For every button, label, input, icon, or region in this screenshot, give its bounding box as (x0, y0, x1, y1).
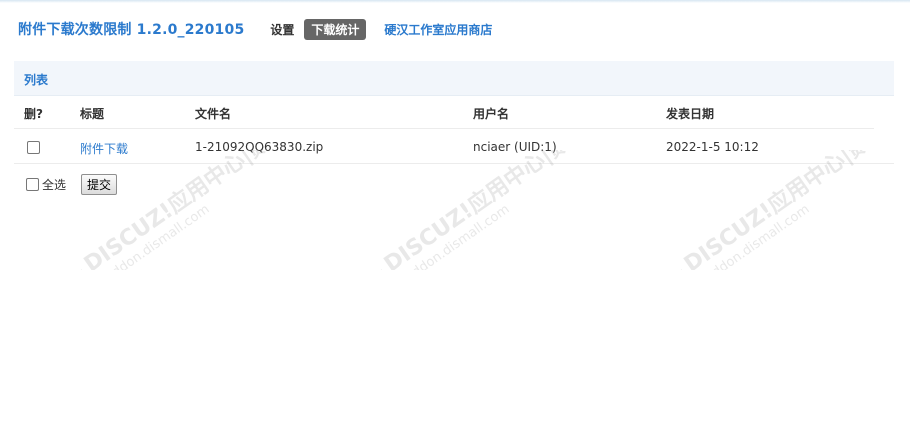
row-title-link[interactable]: 附件下载 (80, 140, 128, 157)
table-header: 删? 标题 文件名 用户名 发表日期 (14, 96, 874, 129)
row-username: nciaer (UID:1) (473, 140, 557, 154)
list-section-title: 列表 (24, 73, 49, 87)
row-date: 2022-1-5 10:12 (666, 140, 759, 154)
select-all-label[interactable]: 全选 (42, 176, 66, 193)
nav-app-store-link[interactable]: 硬汉工作室应用商店 (384, 21, 492, 38)
plugin-title: 附件下载次数限制 1.2.0_220105 (18, 22, 245, 38)
page: 附件下载次数限制 1.2.0_220105 设置 下载统计 硬汉工作室应用商店 … (0, 0, 910, 433)
submit-button[interactable]: 提交 (81, 173, 118, 195)
select-all-checkbox[interactable] (26, 177, 39, 191)
top-border (0, 0, 910, 3)
watermark-logo: DISCUZ!应用中心|贰道 addon.dismall.com (355, 150, 593, 270)
watermark-logo: DISCUZ!应用中心|贰道 addon.dismall.com (655, 150, 893, 270)
header: 附件下载次数限制 1.2.0_220105 设置 下载统计 硬汉工作室应用商店 (18, 18, 492, 40)
column-header-username: 用户名 (473, 107, 510, 121)
watermark-logo: DISCUZ!应用中心|贰道 addon.dismall.com (55, 150, 293, 270)
watermark-text: DISCUZ!应用中心|贰道 (79, 150, 292, 270)
column-header-date: 发表日期 (666, 107, 715, 121)
watermark-url: addon.dismall.com (403, 202, 513, 270)
table-row: 附件下载 1-21092QQ63830.zip nciaer (UID:1) 2… (14, 129, 894, 164)
nav-download-stats-tab[interactable]: 下载统计 (304, 18, 367, 40)
column-header-delete: 删? (24, 107, 43, 121)
nav-settings-link[interactable]: 设置 (270, 21, 294, 38)
watermark-text: DISCUZ!应用中心|贰道 (379, 150, 592, 270)
row-filename: 1-21092QQ63830.zip (195, 140, 324, 154)
list-section-bar: 列表 (14, 61, 894, 96)
watermark-url: addon.dismall.com (103, 202, 213, 270)
column-header-title: 标题 (80, 107, 105, 121)
watermark-url: addon.dismall.com (703, 202, 813, 270)
table-footer: 全选 提交 (26, 173, 118, 195)
row-delete-checkbox[interactable] (27, 141, 40, 154)
column-header-filename: 文件名 (195, 107, 232, 121)
watermark-text: DISCUZ!应用中心|贰道 (679, 150, 892, 270)
